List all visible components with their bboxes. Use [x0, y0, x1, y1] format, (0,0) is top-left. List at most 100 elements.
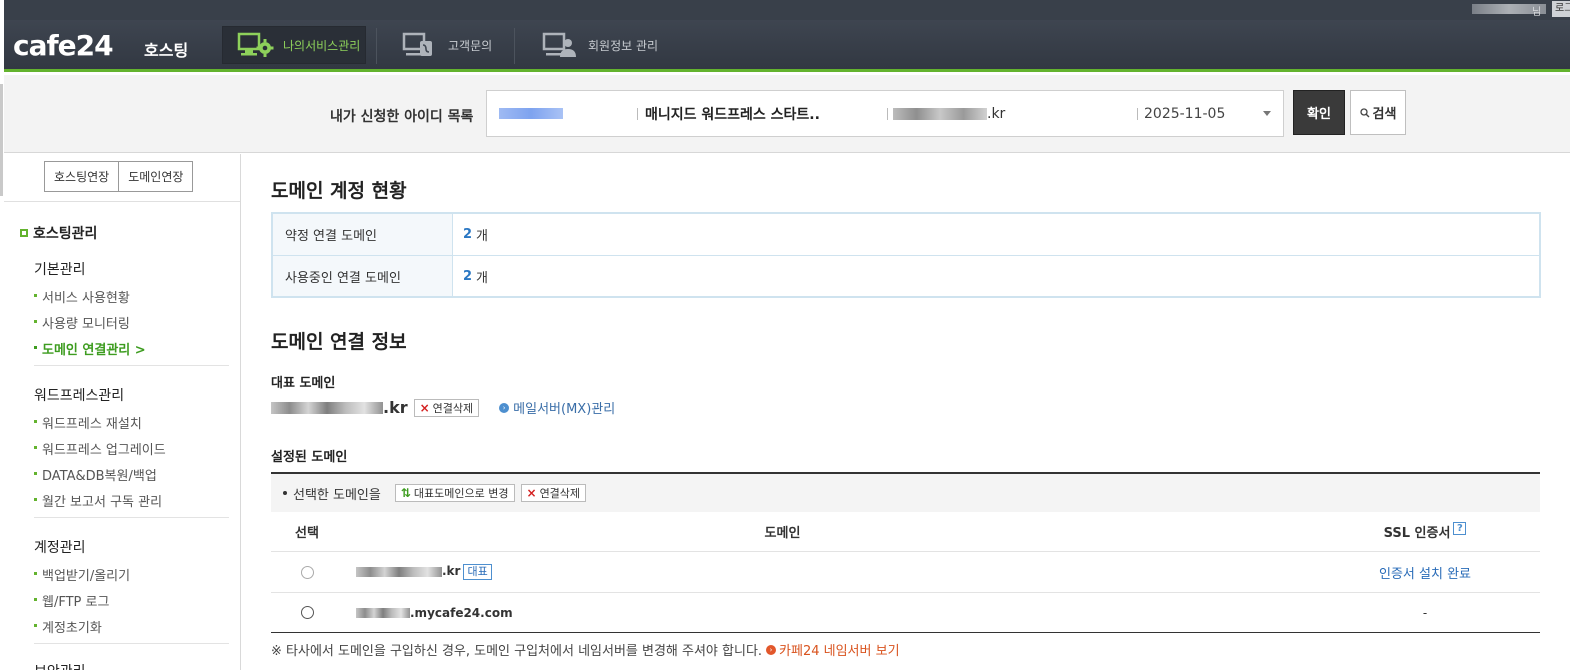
ssl-status: -: [1422, 605, 1428, 620]
nav-customer-inquiry[interactable]: 고객문의: [388, 26, 508, 64]
rep-badge: 대표: [463, 564, 492, 580]
arrow-circle-icon: ›: [499, 402, 510, 413]
domain-radio[interactable]: [300, 606, 314, 619]
domain-redacted: [271, 401, 383, 414]
status-unit: 개: [476, 270, 489, 286]
expiry-date: 2025-11-05: [1144, 105, 1226, 122]
renewal-tabs: 호스팅연장 도메인연장: [44, 161, 194, 192]
search-button[interactable]: 검색: [1350, 90, 1406, 135]
domain-redacted: [893, 107, 987, 120]
sidebar-item-service-usage[interactable]: 서비스 사용현황: [34, 287, 130, 306]
cafe24-logo[interactable]: cafe24: [13, 29, 114, 62]
nav-member-info[interactable]: 회원정보 관리: [528, 26, 668, 64]
set-domains-label: 설정된 도메인: [271, 450, 348, 465]
account-id-redacted: [499, 91, 563, 136]
domain-cell: .kr 대표: [343, 564, 1310, 580]
table-row: 사용중인 연결 도메인 2 개: [273, 255, 1539, 296]
nameserver-link[interactable]: › 카페24 네임서버 보기: [766, 640, 900, 659]
monitor-phone-icon: [402, 32, 432, 56]
segment-divider: [1137, 108, 1138, 120]
chevron-down-icon[interactable]: [1263, 111, 1271, 116]
sidebar-section-hosting[interactable]: 호스팅관리: [20, 223, 97, 243]
main-header: cafe24 호스팅 나의서비스관리 고객문의 회원정보 관리: [4, 20, 1570, 72]
header-ssl: SSL 인증서 ?: [1310, 522, 1540, 541]
mx-label: 메일서버(MX)관리: [513, 402, 616, 417]
toolbar-label: 선택한 도메인을: [293, 487, 381, 503]
domain-renewal-button[interactable]: 도메인연장: [119, 161, 194, 192]
status-key: 사용중인 연결 도메인: [273, 256, 453, 296]
sidebar: 호스팅연장 도메인연장 호스팅관리 기본관리 서비스 사용현황 사용량 모니터링…: [4, 154, 241, 670]
product-name: 매니지드 워드프레스 스타트..: [645, 106, 820, 123]
segment-divider: [637, 108, 638, 120]
sidebar-item-data-db-backup[interactable]: DATA&DB복원/백업: [34, 465, 157, 484]
rep-domain-line: .kr × 연결삭제 › 메일서버(MX)관리: [271, 398, 615, 417]
sidebar-group-account: 계정관리: [34, 540, 86, 556]
account-domain: .kr: [893, 91, 1005, 136]
nav-my-services[interactable]: 나의서비스관리: [222, 26, 366, 64]
account-search-band: 내가 신청한 아이디 목록 매니지드 워드프레스 스타트.. .kr 2025-…: [4, 75, 1570, 153]
nav-my-services-label: 나의서비스관리: [283, 38, 361, 53]
remove-selected-button[interactable]: × 연결삭제: [520, 484, 587, 502]
mx-management-link[interactable]: › 메일서버(MX)관리: [499, 398, 615, 417]
domain-cell: .mycafe24.com: [343, 606, 1310, 620]
nav-separator: [514, 28, 515, 64]
main-content: 도메인 계정 현황 약정 연결 도메인 2 개 사용중인 연결 도메인 2 개 …: [241, 154, 1570, 670]
nameserver-link-label: 카페24 네임서버 보기: [779, 644, 900, 659]
bullet-icon: [283, 491, 287, 495]
header-select: 선택: [295, 526, 319, 541]
help-icon[interactable]: ?: [1453, 522, 1467, 535]
sidebar-divider: [34, 365, 229, 366]
domain-suffix: .mycafe24.com: [410, 605, 513, 620]
domain-table-header: 선택 도메인 SSL 인증서 ?: [271, 512, 1540, 552]
make-rep-label: 대표도메인으로 변경: [413, 487, 509, 500]
domain-table: 선택한 도메인을 ⇅ 대표도메인으로 변경 × 연결삭제 선택 도메인 SSL …: [271, 472, 1540, 633]
sidebar-item-monthly-report[interactable]: 월간 보고서 구독 관리: [34, 491, 162, 510]
rep-domain: .kr: [271, 398, 408, 417]
left-edge: [0, 84, 3, 196]
sidebar-item-backup-upload[interactable]: 백업받기/올리기: [34, 565, 130, 584]
logo-subtitle: 호스팅: [144, 41, 189, 60]
nav-customer-inquiry-label: 고객문의: [448, 38, 493, 53]
sidebar-item-wp-upgrade[interactable]: 워드프레스 업그레이드: [34, 439, 166, 458]
search-icon: [1359, 107, 1370, 117]
nav-separator: [376, 28, 377, 64]
domain-suffix: .kr: [987, 105, 1006, 122]
sidebar-item-usage-monitoring[interactable]: 사용량 모니터링: [34, 313, 130, 332]
refresh-icon: ⇅: [400, 486, 411, 500]
remove-label: 연결삭제: [539, 487, 581, 500]
sidebar-group-wordpress: 워드프레스관리: [34, 388, 125, 404]
header-ssl-label: SSL 인증서: [1383, 526, 1451, 541]
domain-status-table: 약정 연결 도메인 2 개 사용중인 연결 도메인 2 개: [271, 212, 1541, 298]
arrow-circle-icon: ›: [766, 644, 777, 655]
status-title: 도메인 계정 현황: [271, 180, 407, 202]
close-icon: ×: [526, 486, 537, 500]
gear-monitor-icon: [237, 32, 274, 57]
remove-connection-button[interactable]: × 연결삭제: [413, 398, 480, 417]
remove-label: 연결삭제: [432, 401, 474, 415]
segment-divider: [887, 108, 888, 120]
status-key: 약정 연결 도메인: [273, 214, 453, 255]
sidebar-section-label: 호스팅관리: [33, 226, 98, 242]
make-rep-domain-button[interactable]: ⇅ 대표도메인으로 변경: [394, 484, 515, 502]
confirm-button[interactable]: 확인: [1293, 90, 1345, 135]
domain-redacted: [356, 608, 410, 618]
sidebar-group-security: 보안관리: [34, 661, 86, 670]
sidebar-item-domain-connection[interactable]: 도메인 연결관리 >: [34, 339, 146, 358]
user-suffix: 님: [1532, 7, 1542, 18]
status-value: 2 개: [453, 256, 488, 296]
rep-domain-label: 대표 도메인: [271, 376, 336, 391]
table-row: .mycafe24.com -: [271, 592, 1540, 632]
sidebar-divider: [34, 517, 229, 518]
status-count: 2: [463, 268, 473, 284]
table-row: 약정 연결 도메인 2 개: [273, 214, 1539, 255]
hosting-renewal-button[interactable]: 호스팅연장: [44, 161, 120, 192]
utility-bar: 님 로그: [4, 0, 1570, 20]
account-select[interactable]: 매니지드 워드프레스 스타트.. .kr 2025-11-05: [486, 90, 1284, 137]
ssl-status-link[interactable]: 인증서 설치 완료: [1379, 563, 1471, 582]
sidebar-item-web-ftp-log[interactable]: 웹/FTP 로그: [34, 591, 109, 610]
sidebar-item-wp-reinstall[interactable]: 워드프레스 재설치: [34, 413, 142, 432]
domain-radio[interactable]: [300, 565, 314, 579]
logout-button[interactable]: 로그: [1552, 1, 1570, 17]
sidebar-item-account-reset[interactable]: 계정초기화: [34, 617, 102, 636]
domain-suffix: .kr: [442, 564, 461, 578]
